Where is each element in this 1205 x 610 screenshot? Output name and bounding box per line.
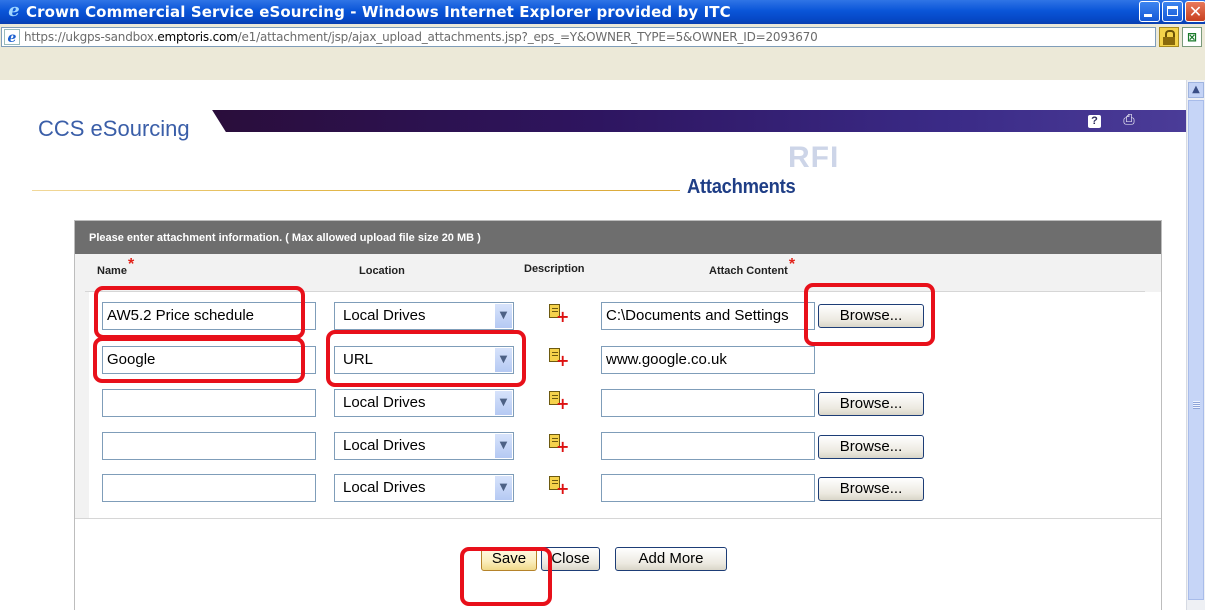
attach-content-input[interactable]: C:\Documents and Settings xyxy=(601,302,815,330)
page-icon: e xyxy=(4,29,20,46)
attachment-grid: Name* Location Description Attach Conten… xyxy=(75,254,1161,518)
column-header-description: Description xyxy=(524,263,585,275)
attachment-name-input[interactable] xyxy=(102,432,316,460)
attachment-name-input[interactable]: Google xyxy=(102,346,316,374)
attach-content-input[interactable] xyxy=(601,389,815,417)
chevron-down-icon: ▼ xyxy=(494,304,512,328)
browse-button[interactable]: Browse... xyxy=(818,392,924,416)
attach-content-input[interactable] xyxy=(601,432,815,460)
column-header-name: Name* xyxy=(97,256,135,278)
location-select-value: Local Drives xyxy=(343,437,426,454)
brand-logo: CCS eSourcing xyxy=(38,116,190,141)
page-content: CCS eSourcing ? ⎙ RFI Attachments Please… xyxy=(0,80,1186,610)
rfi-watermark: RFI xyxy=(788,141,840,174)
url-text: https://ukgps-sandbox.emptoris.com/e1/at… xyxy=(24,30,818,44)
attach-content-input[interactable]: www.google.co.uk xyxy=(601,346,815,374)
security-lock-icon[interactable] xyxy=(1159,27,1179,47)
location-select-value: Local Drives xyxy=(343,307,426,324)
chevron-down-icon: ▼ xyxy=(494,391,512,415)
attachment-form: Please enter attachment information. ( M… xyxy=(74,220,1162,610)
add-description-icon[interactable]: + xyxy=(547,476,569,497)
chevron-down-icon: ▼ xyxy=(494,348,512,372)
maximize-icon xyxy=(1163,2,1182,21)
add-description-icon[interactable]: + xyxy=(547,348,569,369)
form-footer: Save Close Add More xyxy=(75,518,1161,610)
column-header-attach-content: Attach Content* xyxy=(709,256,796,278)
attach-content-input[interactable] xyxy=(601,474,815,502)
add-description-icon[interactable]: + xyxy=(547,304,569,325)
attachment-name-input[interactable] xyxy=(102,474,316,502)
attachment-name-input[interactable] xyxy=(102,389,316,417)
location-select-value: Local Drives xyxy=(343,479,426,496)
location-select[interactable]: Local Drives ▼ xyxy=(334,474,514,502)
add-description-icon[interactable]: + xyxy=(547,434,569,455)
header-band xyxy=(206,110,1186,132)
print-icon[interactable]: ⎙ xyxy=(1122,113,1136,127)
required-marker: * xyxy=(127,256,135,273)
location-select-value: URL xyxy=(343,351,374,368)
browse-button[interactable]: Browse... xyxy=(818,477,924,501)
left-strip xyxy=(75,292,89,518)
browse-button[interactable]: Browse... xyxy=(818,435,924,459)
title-divider-line xyxy=(32,190,680,191)
scroll-up-arrow-icon[interactable]: ▲ xyxy=(1188,82,1204,98)
form-header: Please enter attachment information. ( M… xyxy=(75,221,1161,254)
maximize-button[interactable] xyxy=(1162,1,1183,22)
address-bar-area: e https://ukgps-sandbox.emptoris.com/e1/… xyxy=(0,24,1205,80)
location-select[interactable]: URL ▼ xyxy=(334,346,514,374)
window-title-bar[interactable]: e Crown Commercial Service eSourcing - W… xyxy=(0,0,1205,24)
add-more-button[interactable]: Add More xyxy=(615,547,727,571)
location-select[interactable]: Local Drives ▼ xyxy=(334,389,514,417)
vertical-scrollbar[interactable]: ▲ xyxy=(1186,80,1205,610)
close-button[interactable]: Close xyxy=(541,547,600,571)
location-select[interactable]: Local Drives ▼ xyxy=(334,302,514,330)
close-icon: ✕ xyxy=(1188,2,1203,21)
save-button[interactable]: Save xyxy=(481,547,537,571)
minimize-button[interactable] xyxy=(1139,1,1160,22)
chevron-down-icon: ▼ xyxy=(494,476,512,500)
form-instruction: Please enter attachment information. ( M… xyxy=(89,232,481,244)
required-marker: * xyxy=(788,256,796,273)
column-header-location: Location xyxy=(359,265,405,277)
address-bar[interactable]: e https://ukgps-sandbox.emptoris.com/e1/… xyxy=(1,27,1156,47)
add-description-icon[interactable]: + xyxy=(547,391,569,412)
location-select[interactable]: Local Drives ▼ xyxy=(334,432,514,460)
window-title: Crown Commercial Service eSourcing - Win… xyxy=(26,3,731,21)
compatibility-view-icon[interactable]: ⊠ xyxy=(1182,27,1202,47)
attachment-name-input[interactable]: AW5.2 Price schedule xyxy=(102,302,316,330)
internet-explorer-icon: e xyxy=(8,0,20,21)
location-select-value: Local Drives xyxy=(343,394,426,411)
chevron-down-icon: ▼ xyxy=(494,434,512,458)
minimize-icon xyxy=(1140,2,1159,21)
page-title: Attachments xyxy=(687,176,796,198)
scroll-grip xyxy=(1193,401,1200,409)
close-window-button[interactable]: ✕ xyxy=(1185,1,1205,22)
url-domain: emptoris.com xyxy=(157,30,238,44)
scroll-thumb[interactable] xyxy=(1188,100,1204,600)
help-icon[interactable]: ? xyxy=(1088,115,1101,128)
browse-button[interactable]: Browse... xyxy=(818,304,924,328)
